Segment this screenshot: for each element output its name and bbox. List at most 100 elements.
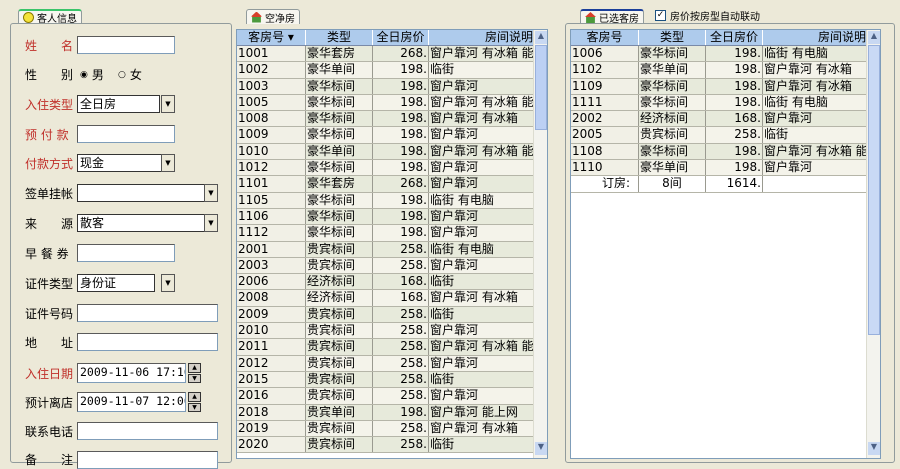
chevron-down-icon[interactable]: ▼ — [161, 95, 175, 113]
room-no-cell: 2001 — [237, 241, 306, 257]
col-room-no-label: 客房号 — [248, 30, 285, 44]
tab-vacant-rooms-label: 空净房 — [265, 13, 295, 25]
tab-selected-rooms[interactable]: 已选客房 — [580, 9, 644, 25]
type-cell: 经济标间 — [306, 274, 373, 290]
table-row[interactable]: 1010 豪华单间 198. 窗户靠河 有冰箱 能 — [237, 143, 547, 161]
table-row[interactable]: 1001 豪华套房 268. 窗户靠河 有冰箱 能 — [237, 46, 547, 63]
desc-cell: 窗户靠河 — [429, 176, 534, 192]
type-cell: 豪华单间 — [639, 160, 706, 176]
col-price[interactable]: 全日房价 — [706, 30, 763, 45]
table-row[interactable]: 1110 豪华单间 198. 窗户靠河 — [571, 160, 880, 177]
room-no-cell: 1012 — [237, 160, 306, 176]
col-room-no[interactable]: 客房号 — [571, 30, 639, 45]
phone-input[interactable] — [77, 422, 218, 440]
vacant-rooms-grid: 客房号 ▾ 类型 全日房价 房间说明 1001 豪华套房 268. 窗户靠河 有冰箱 … — [236, 29, 548, 459]
table-row[interactable]: 2016 贵宾标间 258. 窗户靠河 — [237, 388, 547, 405]
selected-scrollbar[interactable]: ▲ ▼ — [866, 30, 880, 458]
table-row[interactable]: 1005 豪华标间 198. 窗户靠河 有冰箱 能 — [237, 94, 547, 112]
table-row[interactable]: 2012 贵宾标间 258. 窗户靠河 — [237, 355, 547, 372]
scroll-up-icon[interactable]: ▲ — [868, 31, 880, 44]
payment-label: 付款方式 — [25, 157, 74, 171]
table-row[interactable]: 1008 豪华标间 198. 窗户靠河 有冰箱 — [237, 111, 547, 128]
chevron-down-icon[interactable]: ▼ — [161, 274, 175, 292]
table-row[interactable]: 2020 贵宾标间 258. 临街 — [237, 437, 547, 454]
table-row[interactable]: 1012 豪华标间 198. 窗户靠河 — [237, 160, 547, 177]
table-row[interactable]: 2003 贵宾标间 258. 窗户靠河 — [237, 257, 547, 275]
name-input[interactable] — [77, 36, 175, 54]
chevron-down-icon[interactable]: ▼ — [204, 184, 218, 202]
gender-label: 性 别 — [25, 68, 74, 82]
gender-female-radio[interactable]: ○ 女 — [118, 66, 142, 83]
col-desc[interactable]: 房间说明 — [763, 30, 867, 45]
tab-vacant-rooms[interactable]: 空净房 — [246, 9, 300, 25]
col-type[interactable]: 类型 — [306, 30, 373, 45]
table-row[interactable]: 2018 贵宾单间 198. 窗户靠河 能上网 — [237, 404, 547, 421]
table-row[interactable]: 2005 贵宾标间 258. 临街 — [571, 127, 880, 144]
table-row[interactable]: 2019 贵宾标间 258. 窗户靠河 有冰箱 — [237, 420, 547, 438]
table-row[interactable]: 1111 豪华标间 198. 临街 有电脑 — [571, 94, 880, 112]
checkin-spinner[interactable]: ▲ ▼ — [188, 363, 201, 383]
credit-select[interactable] — [77, 184, 218, 202]
stay-type-select[interactable]: 全日房 — [77, 95, 160, 113]
table-row[interactable]: 2008 经济标间 168. 窗户靠河 有冰箱 — [237, 290, 547, 307]
col-desc[interactable]: 房间说明 — [429, 30, 534, 45]
id-type-select[interactable]: 身份证 — [77, 274, 155, 292]
room-no-cell: 1109 — [571, 78, 639, 94]
table-row[interactable]: 2015 贵宾标间 258. 临街 — [237, 371, 547, 389]
table-row[interactable]: 1009 豪华标间 198. 窗户靠河 — [237, 127, 547, 144]
room-no-cell: 2015 — [237, 371, 306, 388]
remark-input[interactable] — [77, 451, 218, 469]
gender-female-label: 女 — [129, 68, 142, 82]
type-cell: 豪华套房 — [306, 46, 373, 62]
tab-guest-info[interactable]: 客人信息 — [18, 9, 82, 25]
table-row[interactable]: 1109 豪华标间 198. 窗户靠河 有冰箱 — [571, 78, 880, 95]
table-row[interactable]: 1101 豪华套房 268. 窗户靠河 — [237, 176, 547, 193]
type-cell: 豪华标间 — [306, 192, 373, 208]
address-input[interactable] — [77, 333, 218, 351]
checkout-spinner[interactable]: ▲ ▼ — [188, 392, 201, 412]
price-cell: 198. — [706, 143, 763, 160]
table-row[interactable]: 1105 豪华标间 198. 临街 有电脑 — [237, 192, 547, 209]
col-type[interactable]: 类型 — [639, 30, 706, 45]
table-row[interactable]: 1002 豪华单间 198. 临街 — [237, 62, 547, 79]
col-price[interactable]: 全日房价 — [373, 30, 429, 45]
table-row[interactable]: 1108 豪华标间 198. 窗户靠河 有冰箱 能 — [571, 143, 880, 161]
gender-male-radio[interactable]: ◉ 男 — [80, 66, 104, 83]
type-cell: 豪华标间 — [306, 78, 373, 94]
table-row[interactable]: 1102 豪华单间 198. 窗户靠河 有冰箱 — [571, 62, 880, 79]
table-row[interactable]: 2009 贵宾标间 258. 临街 — [237, 306, 547, 324]
id-number-input[interactable] — [77, 304, 218, 322]
scroll-up-icon[interactable]: ▲ — [535, 31, 547, 44]
totals-empty — [763, 176, 867, 192]
table-row[interactable]: 1003 豪华标间 198. 窗户靠河 — [237, 78, 547, 95]
table-row[interactable]: 1006 豪华标间 198. 临街 有电脑 — [571, 46, 880, 63]
scroll-down-icon[interactable]: ▼ — [868, 442, 880, 455]
room-no-cell: 1006 — [571, 46, 639, 62]
checkout-datetime-input[interactable]: 2009-11-07 12:00 — [77, 392, 186, 412]
chevron-down-icon[interactable]: ▼ — [204, 214, 218, 232]
checkin-datetime-input[interactable]: 2009-11-06 17:10 — [77, 363, 186, 383]
auto-link-checkbox[interactable]: ✓ 房价按房型自动联动 — [655, 8, 760, 23]
col-room-no[interactable]: 客房号 ▾ — [237, 30, 306, 45]
vacant-scrollbar[interactable]: ▲ ▼ — [533, 30, 547, 458]
desc-cell: 临街 — [429, 62, 534, 78]
source-select[interactable]: 散客 — [77, 214, 218, 232]
scroll-down-icon[interactable]: ▼ — [535, 442, 547, 455]
scroll-thumb[interactable] — [535, 45, 547, 130]
table-row[interactable]: 2001 贵宾标间 258. 临街 有电脑 — [237, 241, 547, 258]
table-row[interactable]: 2002 经济标间 168. 窗户靠河 — [571, 111, 880, 128]
breakfast-input[interactable] — [77, 244, 175, 262]
type-cell: 贵宾标间 — [306, 420, 373, 437]
table-row[interactable]: 1112 豪华标间 198. 窗户靠河 — [237, 225, 547, 242]
table-row[interactable]: 2011 贵宾标间 258. 窗户靠河 有冰箱 能 — [237, 339, 547, 356]
room-no-cell: 2008 — [237, 290, 306, 306]
remark-label: 备 注 — [25, 453, 74, 467]
deposit-input[interactable] — [77, 125, 175, 143]
table-row[interactable]: 1106 豪华标间 198. 窗户靠河 — [237, 208, 547, 226]
price-cell: 168. — [706, 111, 763, 127]
chevron-down-icon[interactable]: ▼ — [161, 154, 175, 172]
room-no-cell: 2012 — [237, 355, 306, 371]
scroll-thumb[interactable] — [868, 45, 880, 335]
table-row[interactable]: 2010 贵宾标间 258. 窗户靠河 — [237, 323, 547, 340]
table-row[interactable]: 2006 经济标间 168. 临街 — [237, 274, 547, 291]
